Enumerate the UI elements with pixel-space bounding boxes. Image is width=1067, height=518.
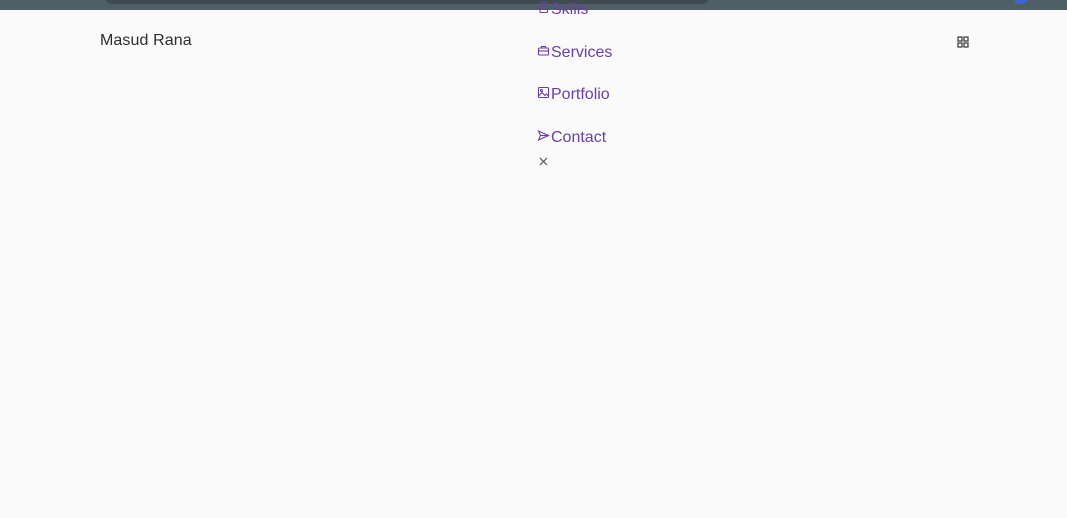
nav-item-skills[interactable]: Skills: [537, 1, 588, 19]
send-icon: [537, 129, 551, 147]
profile-avatar[interactable]: [1014, 0, 1028, 4]
nav-item-label: Skills: [551, 1, 589, 18]
nav-item-portfolio[interactable]: Portfolio: [537, 86, 610, 104]
nav-item-label: Portfolio: [551, 86, 610, 103]
nav-item-contact[interactable]: Contact: [537, 129, 606, 147]
grid-icon[interactable]: [956, 35, 970, 49]
briefcase-icon: [537, 44, 551, 62]
address-bar[interactable]: [104, 0, 710, 4]
brand-logo-text[interactable]: Masud Rana: [100, 32, 192, 50]
nav-item-services[interactable]: Services: [537, 44, 612, 62]
image-icon: [537, 86, 551, 104]
nav-item-label: Contact: [551, 129, 607, 146]
browser-top-bar: [0, 0, 1067, 10]
close-icon[interactable]: [538, 154, 549, 166]
nav-item-label: Services: [551, 44, 613, 61]
file-icon: [537, 1, 551, 19]
